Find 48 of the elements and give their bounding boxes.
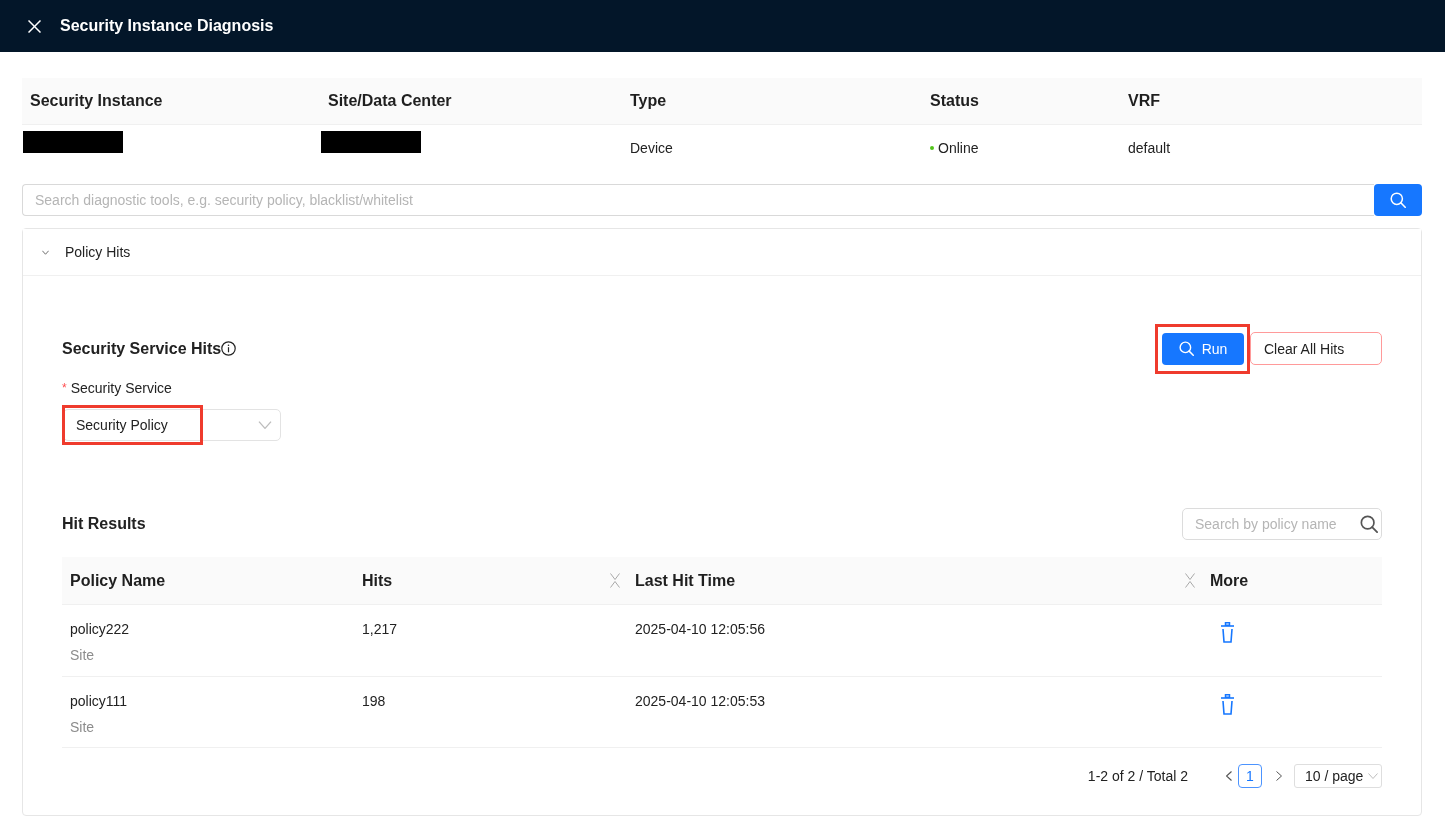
- sort-icon[interactable]: [1185, 573, 1195, 588]
- search-icon: [1178, 341, 1194, 356]
- panel-header[interactable]: Policy Hits: [23, 229, 1421, 276]
- hits-count: 1,217: [362, 621, 399, 637]
- field-label: Security Service: [70, 380, 172, 396]
- table-cell: default: [1128, 139, 1171, 156]
- column-header: Site/Data Center: [320, 78, 622, 125]
- required-mark: *: [62, 381, 67, 395]
- section-title: Security Service Hits: [62, 339, 222, 358]
- chevron-down-icon: [1368, 773, 1378, 779]
- column-title: Last Hit Time: [635, 571, 736, 590]
- sort-icon[interactable]: [610, 573, 620, 588]
- chevron-left-icon: [1226, 771, 1232, 781]
- chevron-down-icon: [258, 421, 272, 429]
- pagination-summary: 1-2 of 2 / Total 2: [1087, 768, 1188, 784]
- service-select[interactable]: Security Policy: [63, 409, 281, 441]
- column-header: Type: [622, 78, 922, 125]
- search-field[interactable]: Search diagnostic tools, e.g. security policy, blacklist/whitelist: [22, 184, 1374, 216]
- search-icon: [1360, 515, 1378, 533]
- search-button[interactable]: [1374, 184, 1422, 216]
- status-text: Online: [938, 139, 979, 156]
- close-icon[interactable]: [28, 19, 41, 33]
- policy-scope: Site: [70, 647, 96, 663]
- trash-icon[interactable]: [1221, 694, 1234, 715]
- column-title: Policy Name: [70, 571, 166, 590]
- policy-name: policy111: [70, 693, 129, 709]
- column-title: Hits: [362, 571, 393, 590]
- column-header: VRF: [1120, 78, 1422, 125]
- column-header: Status: [922, 78, 1120, 125]
- page-button[interactable]: 1: [1238, 764, 1262, 788]
- column-title: More: [1210, 571, 1249, 590]
- info-icon[interactable]: [221, 341, 237, 356]
- hit-time: 2025-04-10 12:05:56: [635, 621, 766, 637]
- window-title: Security Instance Diagnosis: [60, 17, 274, 35]
- column-header: Security Instance: [22, 78, 320, 125]
- trash-icon[interactable]: [1221, 622, 1234, 643]
- search-icon: [1390, 192, 1406, 208]
- policy-search-field[interactable]: Search by policy name: [1182, 508, 1382, 540]
- hits-count: 198: [362, 693, 387, 709]
- policy-scope: Site: [70, 719, 96, 735]
- policy-name: policy222: [70, 621, 131, 637]
- hit-time: 2025-04-10 12:05:53: [635, 693, 766, 709]
- page-size-select[interactable]: 10 / page: [1294, 764, 1382, 788]
- run-button[interactable]: Run: [1162, 332, 1244, 365]
- clear-hits-button[interactable]: Clear All Hits: [1250, 332, 1382, 365]
- table-cell: Device: [630, 139, 673, 156]
- section-title: Hit Results: [62, 515, 146, 533]
- chevron-right-icon: [1276, 771, 1282, 781]
